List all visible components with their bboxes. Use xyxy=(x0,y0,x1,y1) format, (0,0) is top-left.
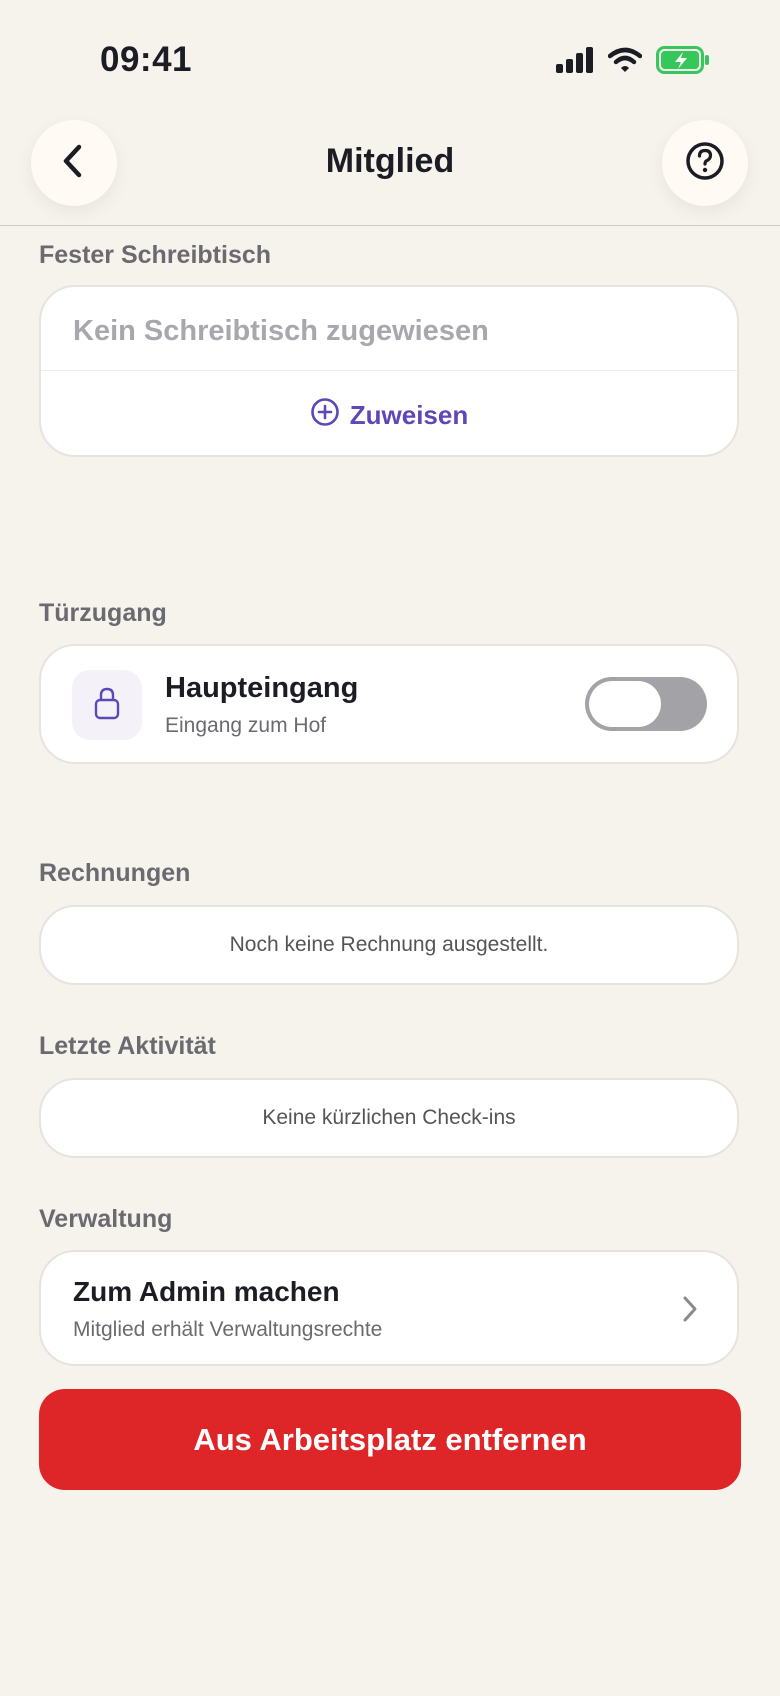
lock-icon-container xyxy=(72,670,142,740)
invoices-card: Noch keine Rechnung ausgestellt. xyxy=(39,905,739,985)
management-section-label: Verwaltung xyxy=(39,1205,173,1233)
desk-card: Kein Schreibtisch zugewiesen Zuweisen xyxy=(39,285,739,457)
lock-icon xyxy=(93,686,121,725)
wifi-icon xyxy=(607,47,643,78)
question-circle-icon xyxy=(685,141,725,186)
activity-section-label: Letzte Aktivität xyxy=(39,1032,216,1060)
door-access-toggle[interactable] xyxy=(585,677,707,731)
battery-charging-icon xyxy=(656,46,710,79)
door-section-label: Türzugang xyxy=(39,599,167,627)
door-subtitle: Eingang zum Hof xyxy=(165,714,327,737)
desk-empty-text: Kein Schreibtisch zugewiesen xyxy=(73,315,489,347)
desk-card-divider xyxy=(41,370,737,371)
remove-from-workspace-button[interactable]: Aus Arbeitsplatz entfernen xyxy=(39,1389,741,1490)
invoices-empty-text: Noch keine Rechnung ausgestellt. xyxy=(229,933,549,956)
status-icons xyxy=(556,46,710,79)
toggle-knob xyxy=(589,681,661,727)
header-divider xyxy=(0,225,780,226)
door-title: Haupteingang xyxy=(165,672,359,704)
plus-circle-icon xyxy=(310,397,340,434)
desk-section-label: Fester Schreibtisch xyxy=(39,241,272,269)
chevron-right-icon xyxy=(681,1294,699,1329)
invoices-section-label: Rechnungen xyxy=(39,859,191,887)
door-access-card: Haupteingang Eingang zum Hof xyxy=(39,644,739,764)
make-admin-row[interactable]: Zum Admin machen Mitglied erhält Verwalt… xyxy=(39,1250,739,1366)
activity-empty-text: Keine kürzlichen Check-ins xyxy=(262,1106,516,1129)
status-time: 09:41 xyxy=(100,40,193,79)
assign-label: Zuweisen xyxy=(349,400,469,430)
make-admin-title: Zum Admin machen xyxy=(73,1276,340,1307)
help-button[interactable] xyxy=(662,120,748,206)
cellular-signal-icon xyxy=(556,47,594,78)
activity-card: Keine kürzlichen Check-ins xyxy=(39,1078,739,1158)
assign-desk-button[interactable]: Zuweisen xyxy=(41,397,737,434)
make-admin-subtitle: Mitglied erhält Verwaltungsrechte xyxy=(73,1318,383,1341)
